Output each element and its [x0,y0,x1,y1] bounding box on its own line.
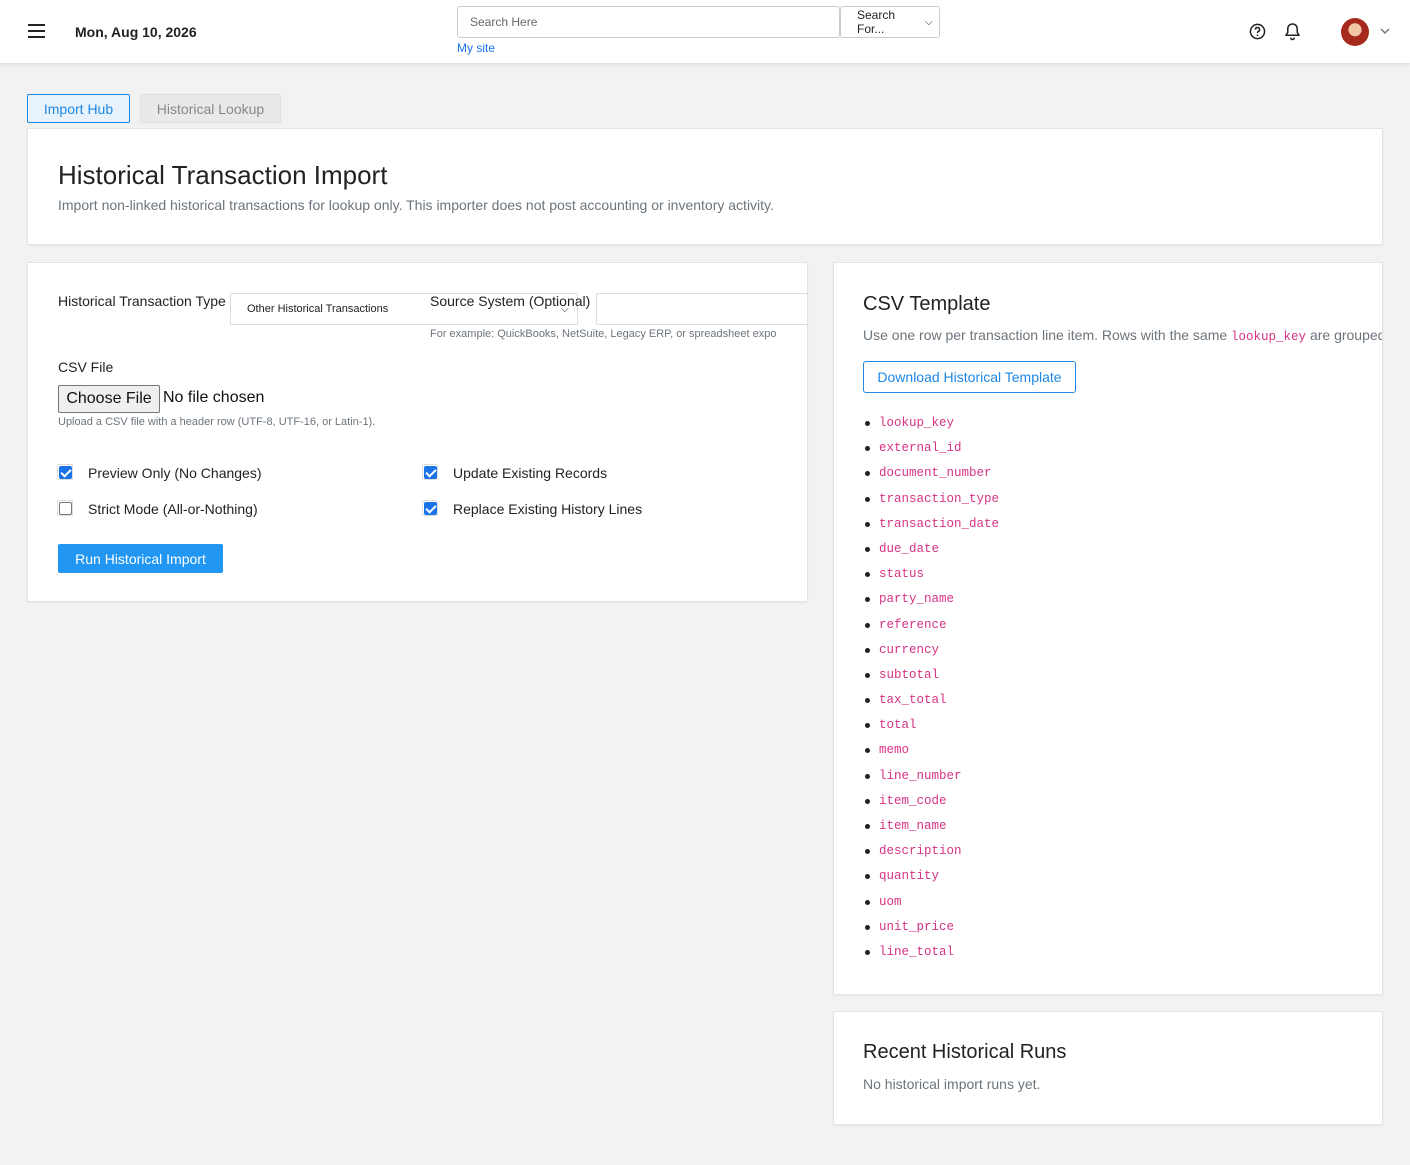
transaction-type-label: Historical Transaction Type [58,293,226,309]
desc-code: lookup_key [1231,330,1307,344]
recent-runs-title: Recent Historical Runs [863,1041,1067,1063]
current-date: Mon, Aug 10, 2026 [75,24,197,40]
update-existing-label: Update Existing Records [453,465,608,481]
recent-runs-card: Recent Historical Runs No historical imp… [833,1011,1383,1125]
template-column-item: uom [863,890,999,915]
template-column-item: total [863,713,999,738]
source-system-help: For example: QuickBooks, NetSuite, Legac… [430,328,777,340]
checkbox-check [59,466,72,479]
csv-template-card: CSV Template Use one row per transaction… [833,262,1383,995]
replace-history-checkbox[interactable] [422,500,438,516]
search-scope-value: Search For... [857,8,896,36]
template-column-item: lookup_key [863,411,999,436]
choose-file-button[interactable]: Choose File [58,385,160,413]
template-column-item: item_name [863,814,999,839]
chevron-down-icon[interactable] [1379,26,1391,36]
help-icon[interactable] [1249,23,1266,40]
run-import-button[interactable]: Run Historical Import [58,544,223,573]
template-column-item: description [863,839,999,864]
template-column-item: quantity [863,864,999,889]
search-input[interactable] [457,6,840,38]
import-form-card: Historical Transaction Type Other Histor… [27,262,808,602]
template-column-item: document_number [863,461,999,486]
page-subtitle: Import non-linked historical transaction… [58,197,774,213]
my-site-link[interactable]: My site [457,41,495,55]
recent-runs-empty: No historical import runs yet. [863,1076,1041,1092]
template-column-item: currency [863,638,999,663]
page-header-card: Historical Transaction Import Import non… [27,128,1383,245]
download-template-button[interactable]: Download Historical Template [863,361,1076,393]
avatar[interactable] [1341,18,1369,46]
chevron-down-icon: ⌵ [925,16,933,28]
tab-import-hub[interactable]: Import Hub [27,94,130,123]
template-column-item: transaction_type [863,487,999,512]
csv-file-label: CSV File [58,359,114,375]
csv-file-help: Upload a CSV file with a header row (UTF… [58,416,376,428]
template-column-item: line_number [863,764,999,789]
csv-template-description: Use one row per transaction line item. R… [863,327,1383,344]
template-column-item: subtotal [863,663,999,688]
template-column-item: line_total [863,940,999,965]
source-system-label: Source System (Optional) [430,293,591,309]
template-column-item: tax_total [863,688,999,713]
template-column-item: reference [863,613,999,638]
template-column-item: memo [863,738,999,763]
search-scope-select[interactable]: Search For... ⌵ [840,6,940,38]
page-title: Historical Transaction Import [58,160,388,190]
update-existing-checkbox[interactable] [422,464,438,480]
checkbox-check [424,466,437,479]
template-column-item: status [863,562,999,587]
template-column-list: lookup_key external_id document_number tran… [863,411,999,965]
template-column-item: party_name [863,587,999,612]
replace-history-label: Replace Existing History Lines [453,501,643,517]
template-column-item: item_code [863,789,999,814]
tab-historical-lookup[interactable]: Historical Lookup [140,94,281,123]
template-column-item: transaction_date [863,512,999,537]
desc-prefix: Use one row per transaction line item. R… [863,327,1232,343]
checkbox-check [424,502,437,515]
template-column-item: unit_price [863,915,999,940]
menu-icon[interactable] [28,24,45,38]
preview-only-label: Preview Only (No Changes) [88,465,262,481]
desc-suffix: are grouped [1306,327,1383,343]
strict-mode-checkbox[interactable] [57,500,73,516]
template-column-item: external_id [863,436,999,461]
top-bar: Mon, Aug 10, 2026 Search For... ⌵ My sit… [0,0,1410,63]
notification-bell-icon[interactable] [1284,22,1301,41]
checkbox-box [59,502,72,515]
strict-mode-label: Strict Mode (All-or-Nothing) [88,501,258,517]
template-column-item: due_date [863,537,999,562]
file-status: No file chosen [163,389,265,406]
source-system-input[interactable] [596,293,807,325]
preview-only-checkbox[interactable] [57,464,73,480]
csv-template-title: CSV Template [863,293,991,315]
